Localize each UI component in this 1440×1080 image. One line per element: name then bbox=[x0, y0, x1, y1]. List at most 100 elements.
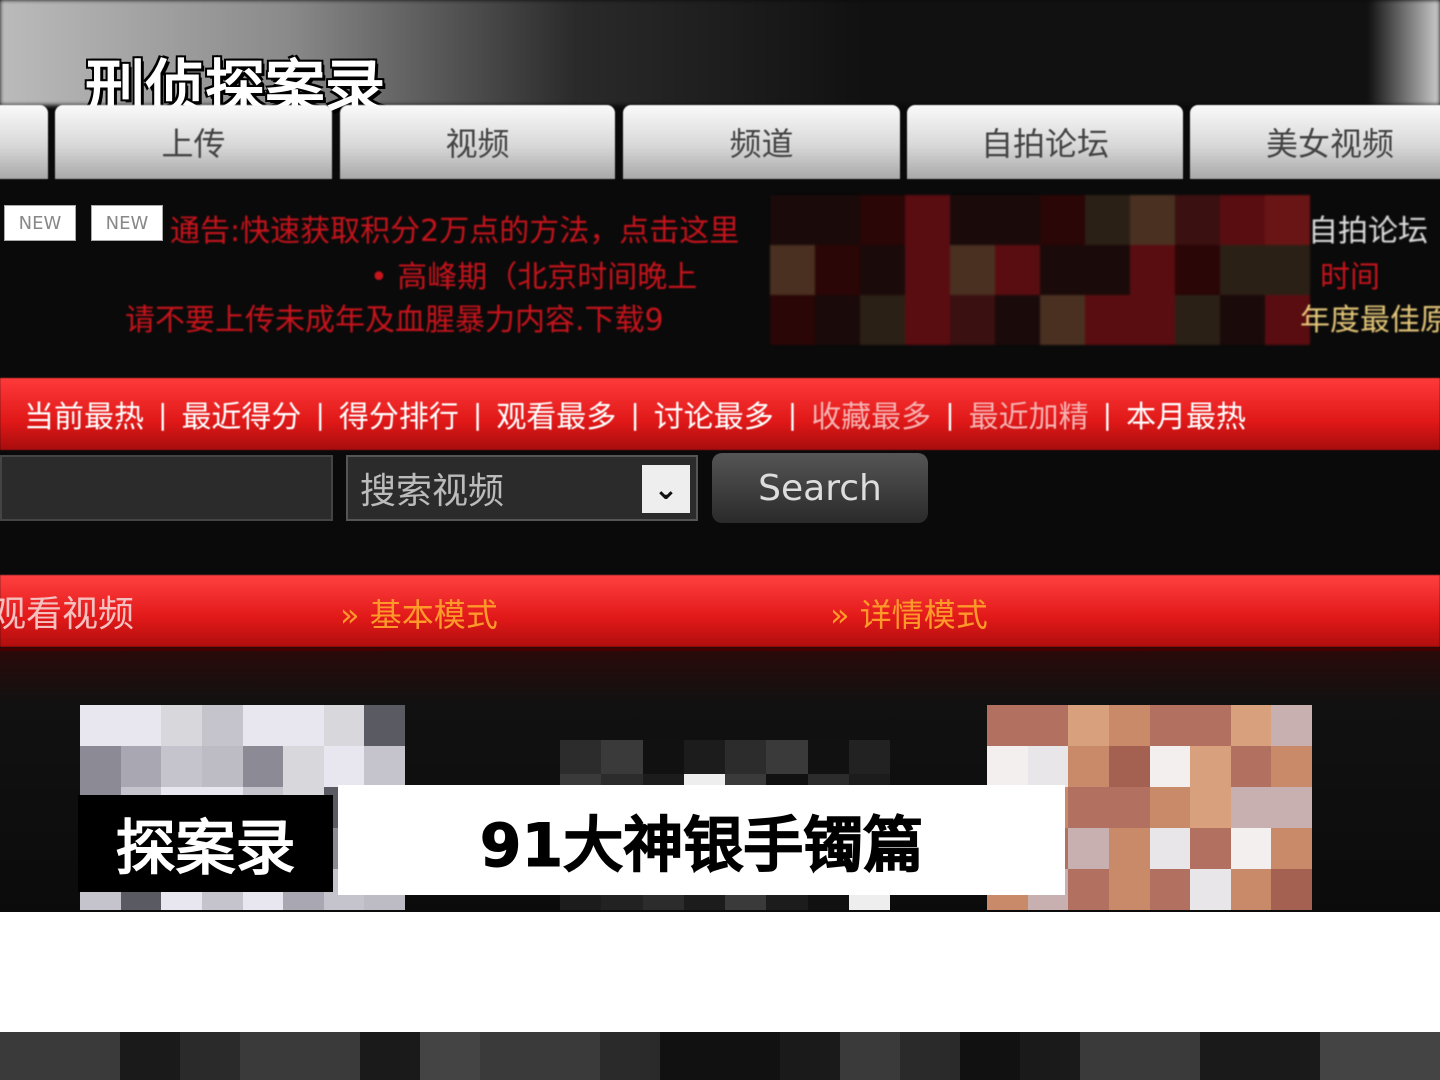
mosaic-cell bbox=[283, 705, 324, 746]
nav-most-viewed[interactable]: 观看最多 bbox=[482, 392, 630, 436]
nav-separator: | bbox=[787, 397, 798, 431]
nav-recent-featured[interactable]: 最近加精 bbox=[955, 392, 1103, 436]
announcement-line-1[interactable]: 通告:快速获取积分2万点的方法，点击这里 bbox=[170, 206, 739, 250]
nav-current-hot[interactable]: 当前最热 bbox=[10, 392, 158, 436]
mosaic-cell bbox=[1175, 245, 1220, 295]
mosaic-cell bbox=[1271, 869, 1312, 910]
mosaic-cell bbox=[120, 1032, 180, 1080]
tab-video[interactable]: 视频 bbox=[340, 105, 615, 179]
mosaic-cell bbox=[80, 746, 121, 787]
tab-upload[interactable]: 上传 bbox=[55, 105, 332, 179]
mosaic-cell bbox=[900, 1032, 960, 1080]
mosaic-cell bbox=[1260, 1032, 1320, 1080]
mosaic-cell bbox=[725, 740, 767, 774]
mosaic-cell bbox=[1220, 295, 1265, 345]
mosaic-cell bbox=[1190, 746, 1231, 787]
mosaic-cell bbox=[1265, 245, 1310, 295]
mosaic-cell bbox=[995, 195, 1040, 245]
chevron-down-icon[interactable]: ⌄ bbox=[642, 465, 690, 513]
mosaic-cell bbox=[1190, 787, 1231, 828]
mosaic-cell bbox=[161, 705, 202, 746]
mosaic-cell bbox=[1085, 245, 1130, 295]
mosaic-cell bbox=[1108, 787, 1150, 828]
mosaic-cell bbox=[815, 195, 860, 245]
tab-partial[interactable] bbox=[0, 105, 48, 179]
nav-month-hot[interactable]: 本月最热 bbox=[1112, 392, 1260, 436]
search-type-select[interactable]: 搜索视频 ⌄ bbox=[346, 455, 698, 521]
mosaic-cell bbox=[987, 705, 1028, 746]
mosaic-cell bbox=[950, 245, 995, 295]
mosaic-cell bbox=[1040, 195, 1085, 245]
mosaic-cell bbox=[642, 740, 684, 774]
tab-beauty-video[interactable]: 美女视频 bbox=[1190, 105, 1440, 179]
mosaic-cell bbox=[1130, 295, 1175, 345]
mosaic-cell bbox=[1380, 1032, 1440, 1080]
nav-most-discussed[interactable]: 讨论最多 bbox=[640, 392, 788, 436]
nav-most-favorited[interactable]: 收藏最多 bbox=[797, 392, 945, 436]
mosaic-cell bbox=[905, 245, 950, 295]
mosaic-cell bbox=[770, 295, 815, 345]
tab-selfie-forum[interactable]: 自拍论坛 bbox=[907, 105, 1183, 179]
mosaic-cell bbox=[1149, 828, 1191, 869]
mosaic-cell bbox=[1230, 705, 1272, 746]
mosaic-cell bbox=[995, 245, 1040, 295]
mosaic-cell bbox=[300, 1032, 360, 1080]
search-button[interactable]: Search bbox=[712, 453, 928, 523]
mosaic-cell bbox=[815, 245, 860, 295]
mosaic-cell bbox=[1068, 705, 1109, 746]
mosaic-cell bbox=[161, 746, 202, 787]
new-badge: NEW bbox=[4, 205, 76, 241]
mosaic-cell bbox=[1230, 828, 1272, 869]
mosaic-cell bbox=[364, 705, 405, 746]
mosaic-cell bbox=[1190, 869, 1231, 910]
new-badge: NEW bbox=[91, 205, 163, 241]
mosaic-cell bbox=[1200, 1032, 1260, 1080]
mosaic-cell bbox=[905, 195, 950, 245]
caption-label: 探案录 bbox=[78, 795, 333, 892]
mosaic-cell bbox=[360, 1032, 420, 1080]
announcement-line-3: 请不要上传未成年及血腥暴力内容.下载9 bbox=[125, 303, 664, 338]
nav-recent-score[interactable]: 最近得分 bbox=[167, 392, 315, 436]
announcement-line-3-tail: 年度最佳原 bbox=[1300, 303, 1440, 338]
mosaic-cell bbox=[1230, 869, 1272, 910]
mosaic-cell bbox=[1085, 195, 1130, 245]
mosaic-cell bbox=[240, 1032, 300, 1080]
mosaic-cell bbox=[242, 746, 284, 787]
mosaic-cell bbox=[770, 245, 815, 295]
mosaic-cell bbox=[480, 1032, 540, 1080]
mosaic-cell bbox=[766, 740, 808, 774]
mosaic-cell bbox=[660, 1032, 720, 1080]
mosaic-cell bbox=[995, 295, 1040, 345]
mosaic-cell bbox=[1271, 746, 1312, 787]
mosaic-cell bbox=[860, 295, 905, 345]
mosaic-cell bbox=[1027, 746, 1069, 787]
mosaic-cell bbox=[1020, 1032, 1080, 1080]
mode-detail-link[interactable]: » 详情模式 bbox=[830, 590, 988, 636]
mosaic-cell bbox=[1108, 869, 1150, 910]
caption-title: 91大神银手镯篇 bbox=[338, 785, 1065, 895]
mosaic-cell bbox=[1040, 245, 1085, 295]
mosaic-cell bbox=[780, 1032, 840, 1080]
mosaic-cell bbox=[283, 746, 324, 787]
mosaic-cell bbox=[1068, 828, 1109, 869]
mosaic-cell bbox=[1220, 195, 1265, 245]
mosaic-cell bbox=[950, 295, 995, 345]
mosaic-cell bbox=[242, 705, 284, 746]
mosaic-cell bbox=[960, 1032, 1020, 1080]
mosaic-cell bbox=[1085, 295, 1130, 345]
mosaic-cell bbox=[201, 705, 243, 746]
mosaic-cell bbox=[1068, 746, 1109, 787]
nav-separator: | bbox=[158, 397, 168, 431]
mosaic-cell bbox=[1149, 869, 1191, 910]
search-input[interactable] bbox=[0, 455, 333, 521]
tab-channel[interactable]: 频道 bbox=[623, 105, 900, 179]
nav-separator: | bbox=[630, 397, 640, 431]
mosaic-cell bbox=[323, 746, 365, 787]
mosaic-cell bbox=[0, 1032, 60, 1080]
mode-basic-link[interactable]: » 基本模式 bbox=[340, 590, 498, 636]
mosaic-cell bbox=[120, 705, 162, 746]
mosaic-cell bbox=[1108, 828, 1150, 869]
mosaic-cell bbox=[1271, 787, 1312, 828]
nav-score-rank[interactable]: 得分排行 bbox=[325, 392, 473, 436]
mosaic-cell bbox=[1190, 828, 1231, 869]
